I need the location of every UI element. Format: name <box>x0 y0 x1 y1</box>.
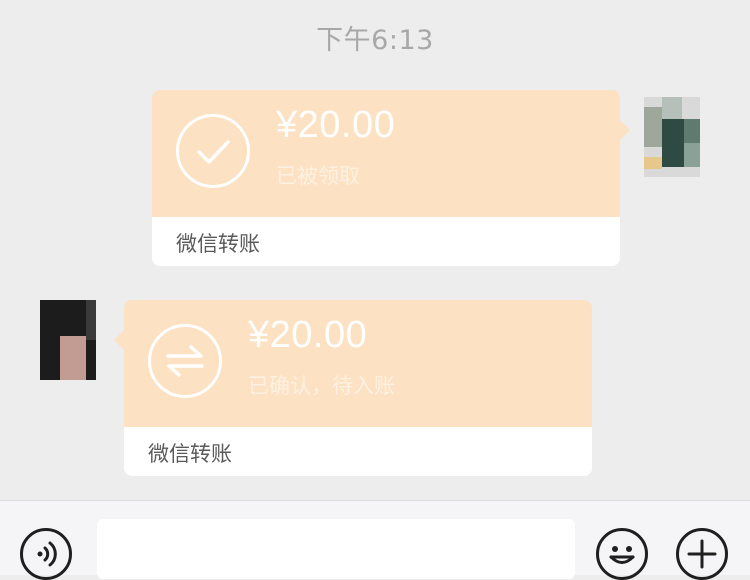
emoji-icon[interactable] <box>596 528 648 580</box>
bubble-tail <box>114 330 124 350</box>
message-input[interactable] <box>97 519 575 579</box>
transfer-card-sent[interactable]: ¥20.00 已被领取 微信转账 <box>152 90 630 266</box>
bubble-tail <box>620 120 630 140</box>
transfer-card-header: ¥20.00 已确认，待入账 <box>124 300 592 427</box>
transfer-amount: ¥20.00 <box>248 314 368 356</box>
plus-icon[interactable] <box>676 528 728 580</box>
voice-icon[interactable] <box>20 528 72 580</box>
transfer-status: 已确认，待入账 <box>248 374 395 398</box>
chat-input-bar <box>0 500 750 580</box>
transfer-card-header: ¥20.00 已被领取 <box>152 90 620 217</box>
transfer-label: 微信转账 <box>148 442 232 466</box>
avatar-contact[interactable] <box>40 300 96 380</box>
transfer-card-footer: 微信转账 <box>124 427 592 476</box>
transfer-card-received[interactable]: ¥20.00 已确认，待入账 微信转账 <box>114 300 592 476</box>
avatar-self[interactable] <box>644 97 700 177</box>
transfer-status: 已被领取 <box>276 164 360 188</box>
timestamp: 下午6:13 <box>316 25 434 56</box>
transfer-label: 微信转账 <box>176 232 260 256</box>
transfer-arrows-icon <box>148 324 222 398</box>
check-icon <box>176 114 250 188</box>
transfer-amount: ¥20.00 <box>276 104 396 146</box>
transfer-card-footer: 微信转账 <box>152 217 620 266</box>
